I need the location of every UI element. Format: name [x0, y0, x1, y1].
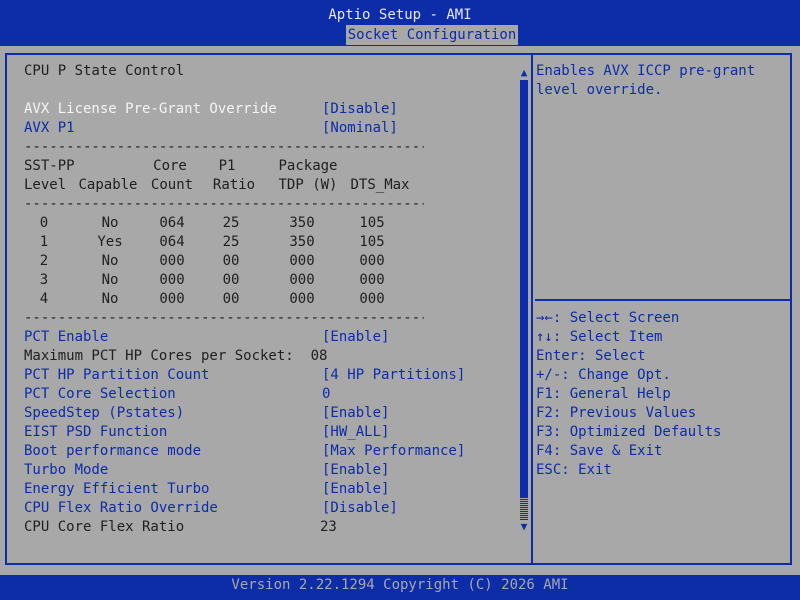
scrollbar[interactable] [520, 80, 528, 520]
table-cell: 3 [39, 272, 49, 288]
key-hint: F2: Previous Values [536, 405, 697, 421]
key-hint: ↑↓: Select Item [536, 329, 663, 345]
key-hint: F3: Optimized Defaults [536, 424, 722, 440]
setting-turbo-mode-value[interactable]: [Enable] [322, 461, 389, 480]
table-cell: 064 [159, 234, 185, 250]
setting-avx-license-override-value[interactable]: [Disable] [322, 100, 398, 119]
setting-pct-core-selection[interactable]: PCT Core Selection [24, 385, 176, 404]
table-cell: 105 [359, 234, 385, 250]
table-separator-top: ----------------------------------------… [24, 139, 424, 155]
section-title: CPU P State Control [24, 63, 185, 79]
setting-energy-efficient-turbo-value[interactable]: [Enable] [322, 480, 389, 499]
table-header: Capable [78, 177, 138, 193]
table-cell: 25 [222, 234, 240, 250]
setting-turbo-mode[interactable]: Turbo Mode [24, 461, 108, 480]
table-header: P1 [218, 158, 236, 174]
setting-avx-license-override[interactable]: AVX License Pre-Grant Override [24, 100, 277, 119]
setting-pct-enable[interactable]: PCT Enable [24, 328, 108, 347]
table-header: SST-PP [24, 158, 75, 174]
table-cell: 064 [159, 215, 185, 231]
tab-socket-configuration[interactable]: Socket Configuration [346, 25, 518, 45]
table-cell: 4 [39, 291, 49, 307]
help-description: Enables AVX ICCP pre-grant level overrid… [536, 63, 764, 98]
table-cell: No [101, 272, 119, 288]
app-title: Aptio Setup - AMI [328, 7, 472, 23]
table-cell: 0 [39, 215, 49, 231]
table-cell: 000 [159, 291, 185, 307]
table-cell: 2 [39, 253, 49, 269]
table-cell: 00 [222, 272, 240, 288]
table-cell: 00 [222, 253, 240, 269]
table-cell: 1 [39, 234, 49, 250]
table-header: TDP (W) [278, 177, 338, 193]
key-hint: +/-: Change Opt. [536, 367, 671, 383]
info-max-pct-hp-cores: Maximum PCT HP Cores per Socket: 08 [24, 348, 328, 364]
table-cell: 000 [159, 272, 185, 288]
info-cpu-core-flex-ratio-value: 23 [320, 519, 337, 535]
table-header: Count [150, 177, 194, 193]
table-cell: 350 [289, 234, 315, 250]
setting-avx-p1-value[interactable]: [Nominal] [322, 119, 398, 138]
key-hint: F4: Save & Exit [536, 443, 663, 459]
setting-boot-performance-mode-value[interactable]: [Max Performance] [322, 442, 465, 461]
table-cell: 105 [359, 215, 385, 231]
setting-cpu-flex-ratio-override[interactable]: CPU Flex Ratio Override [24, 499, 218, 518]
table-cell: 00 [222, 291, 240, 307]
setting-energy-efficient-turbo[interactable]: Energy Efficient Turbo [24, 480, 209, 499]
setting-pct-hp-partition-count-value[interactable]: [4 HP Partitions] [322, 366, 465, 385]
table-cell: 000 [289, 291, 315, 307]
setting-avx-p1[interactable]: AVX P1 [24, 119, 75, 138]
setting-cpu-flex-ratio-override-value[interactable]: [Disable] [322, 499, 398, 518]
key-hint: Enter: Select [536, 348, 646, 364]
help-separator [535, 299, 792, 301]
table-header: Core [153, 158, 187, 174]
table-separator-mid: ----------------------------------------… [24, 196, 424, 212]
setting-speedstep-value[interactable]: [Enable] [322, 404, 389, 423]
key-hint: ESC: Exit [536, 462, 612, 478]
setting-pct-enable-value[interactable]: [Enable] [322, 328, 389, 347]
key-hint: F1: General Help [536, 386, 671, 402]
scroll-down-arrow-icon[interactable]: ▼ [518, 521, 530, 533]
table-cell: No [101, 253, 119, 269]
table-header: Package [278, 158, 338, 174]
table-cell: 000 [359, 272, 385, 288]
table-cell: 000 [159, 253, 185, 269]
table-separator-bottom: ----------------------------------------… [24, 310, 424, 326]
table-header: Level [24, 177, 67, 193]
setting-eist-psd-function-value[interactable]: [HW_ALL] [322, 423, 389, 442]
table-cell: No [101, 215, 119, 231]
table-cell: 000 [289, 253, 315, 269]
table-cell: 000 [289, 272, 315, 288]
title-bar: Aptio Setup - AMI Socket Configuration [0, 0, 800, 46]
setting-speedstep[interactable]: SpeedStep (Pstates) [24, 404, 184, 423]
scroll-up-arrow-icon[interactable]: ▲ [518, 67, 530, 79]
setting-pct-hp-partition-count[interactable]: PCT HP Partition Count [24, 366, 209, 385]
setting-eist-psd-function[interactable]: EIST PSD Function [24, 423, 167, 442]
table-cell: Yes [97, 234, 123, 250]
table-cell: 000 [359, 291, 385, 307]
key-hint: →←: Select Screen [536, 310, 680, 326]
info-cpu-core-flex-ratio: CPU Core Flex Ratio [24, 519, 185, 535]
scrollbar-thumb[interactable] [520, 497, 528, 520]
table-cell: No [101, 291, 119, 307]
table-cell: 25 [222, 215, 240, 231]
table-cell: 350 [289, 215, 315, 231]
panel-divider [531, 53, 533, 565]
footer-version: Version 2.22.1294 Copyright (C) 2026 AMI [0, 575, 800, 600]
table-header: DTS_Max [350, 177, 410, 193]
setting-boot-performance-mode[interactable]: Boot performance mode [24, 442, 201, 461]
setting-pct-core-selection-value[interactable]: 0 [322, 385, 330, 404]
table-header: Ratio [212, 177, 256, 193]
table-cell: 000 [359, 253, 385, 269]
